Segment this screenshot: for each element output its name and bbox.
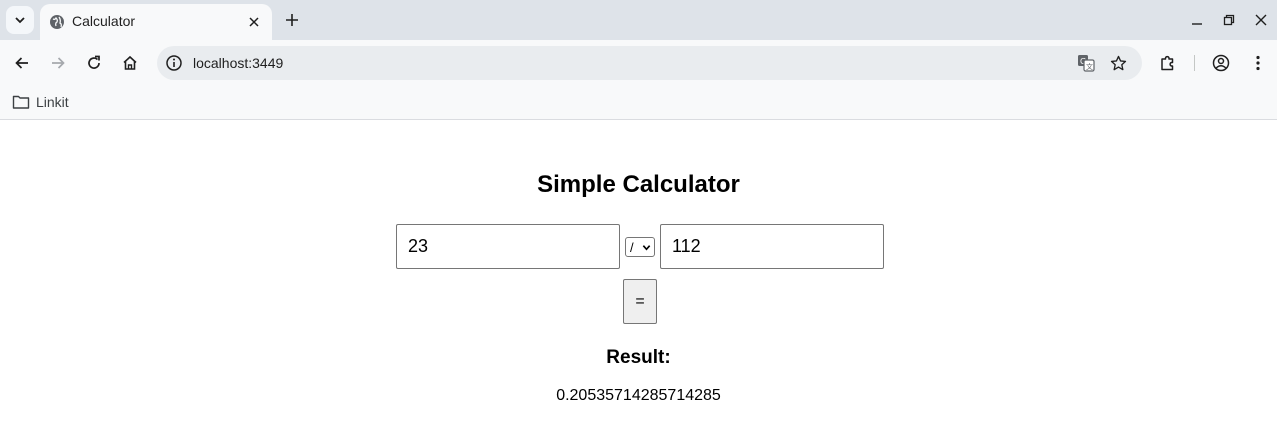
operator-value: / <box>630 239 634 255</box>
arrow-left-icon <box>15 57 28 69</box>
minimize-button[interactable] <box>1185 8 1209 32</box>
tab-close-button[interactable] <box>244 12 264 32</box>
tab-title: Calculator <box>72 13 136 29</box>
chevron-down-icon <box>15 17 25 24</box>
reload-button[interactable] <box>80 49 108 77</box>
browser-tab[interactable]: Calculator <box>40 4 272 40</box>
home-button[interactable] <box>116 49 144 77</box>
address-bar[interactable]: localhost:3449 G 文 <box>157 46 1142 80</box>
extensions-button[interactable] <box>1154 49 1182 77</box>
bookmark-star-button[interactable] <box>1106 51 1130 75</box>
restore-icon <box>1223 14 1235 26</box>
plus-icon <box>286 14 298 26</box>
arrow-right-icon <box>52 57 65 69</box>
page-title: Simple Calculator <box>537 171 740 198</box>
equals-button[interactable]: = <box>623 279 657 324</box>
toolbar-divider <box>1194 55 1195 71</box>
close-icon <box>249 17 259 27</box>
browser-toolbar: localhost:3449 G 文 <box>0 40 1277 86</box>
back-button[interactable] <box>8 49 36 77</box>
tab-search-button[interactable] <box>6 6 34 34</box>
url-text[interactable]: localhost:3449 <box>193 55 283 71</box>
window-close-button[interactable] <box>1249 8 1273 32</box>
restore-button[interactable] <box>1217 8 1241 32</box>
tab-strip: Calculator <box>0 0 1277 40</box>
folder-icon <box>12 95 30 109</box>
result-value: 0.20535714285714285 <box>556 387 721 404</box>
svg-text:文: 文 <box>1086 62 1093 71</box>
chevron-down-icon <box>642 245 651 251</box>
star-icon <box>1110 55 1126 70</box>
operator-select[interactable]: / <box>625 237 655 257</box>
result-label: Result: <box>606 347 671 368</box>
second-number-input[interactable] <box>660 224 884 269</box>
globe-icon <box>50 15 64 29</box>
forward-button[interactable] <box>44 49 72 77</box>
more-vertical-icon <box>1256 55 1260 71</box>
new-tab-button[interactable] <box>280 8 304 32</box>
bookmarks-bar: Linkit <box>0 86 1277 120</box>
puzzle-icon <box>1161 55 1174 71</box>
menu-button[interactable] <box>1244 49 1272 77</box>
translate-icon: G 文 <box>1078 55 1095 72</box>
home-icon <box>123 55 137 70</box>
profile-button[interactable] <box>1207 49 1235 77</box>
page-content: Simple Calculator / = Result: 0.20535714… <box>0 121 1277 431</box>
account-icon <box>1212 54 1230 72</box>
close-icon <box>1255 14 1267 26</box>
minimize-icon <box>1192 23 1202 25</box>
bookmark-label: Linkit <box>36 94 69 110</box>
bookmark-folder-linkit[interactable]: Linkit <box>12 91 69 113</box>
translate-button[interactable]: G 文 <box>1074 51 1098 75</box>
first-number-input[interactable] <box>396 224 620 269</box>
reload-icon <box>88 55 100 69</box>
site-info-icon[interactable] <box>165 54 183 72</box>
